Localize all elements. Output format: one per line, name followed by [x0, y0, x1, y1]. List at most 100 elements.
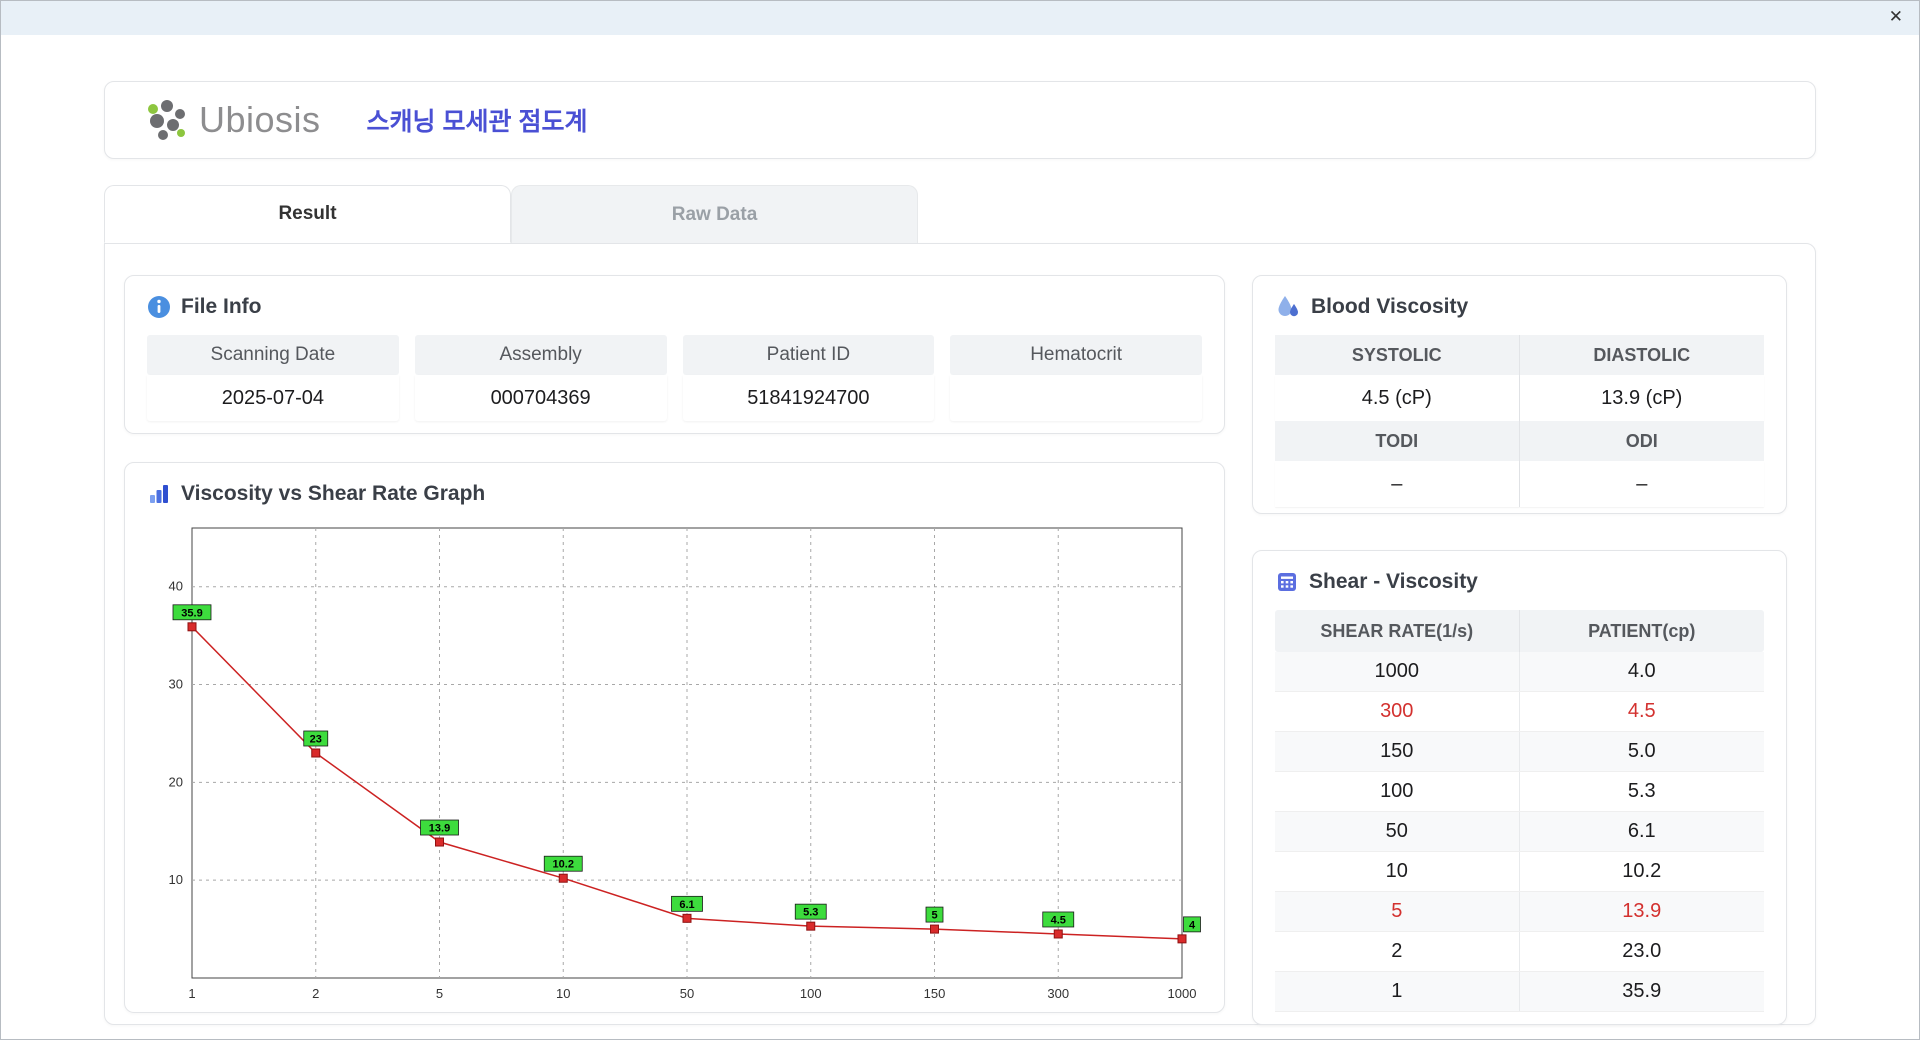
app-window: ✕ Ubiosis 스캐닝 모세관 점도계 Result Raw Data Fi…	[0, 0, 1920, 1040]
svg-text:13.9: 13.9	[429, 823, 450, 835]
field-assembly: Assembly 000704369	[414, 335, 667, 421]
shear-table-row: 50 6.1	[1275, 812, 1764, 852]
file-info-header: File Info	[147, 292, 1202, 322]
bv-value-diastolic: 13.9 (cP)	[1519, 375, 1764, 421]
field-hematocrit: Hematocrit	[950, 335, 1202, 421]
cell-patient: 4.5	[1627, 700, 1656, 722]
cell-patient: 10.2	[1622, 860, 1662, 882]
svg-text:300: 300	[1047, 986, 1069, 1001]
shear-table-row: 2 23.0	[1275, 932, 1764, 972]
shear-table-row: 150 5.0	[1275, 732, 1764, 772]
cell-patient: 13.9	[1622, 900, 1662, 922]
bv-label-todi: TODI	[1275, 421, 1520, 461]
shear-viscosity-table: SHEAR RATE(1/s) PATIENT(cp) 1000 4.0 300…	[1275, 610, 1764, 1012]
svg-text:20: 20	[169, 774, 183, 789]
svg-text:40: 40	[169, 579, 183, 594]
field-value	[950, 375, 1202, 421]
shear-viscosity-title: Shear - Viscosity	[1309, 570, 1478, 593]
tab-result[interactable]: Result	[104, 185, 511, 243]
svg-text:10.2: 10.2	[553, 859, 574, 871]
file-info-title: File Info	[181, 295, 262, 318]
ubiosis-logo-icon	[148, 100, 185, 140]
field-scanning-date: Scanning Date 2025-07-04	[147, 335, 399, 421]
bv-value-odi: –	[1519, 461, 1764, 507]
bv-label-odi: ODI	[1519, 421, 1764, 461]
blood-viscosity-card: Blood Viscosity SYSTOLIC DIASTOLIC 4.5 (…	[1252, 275, 1787, 514]
result-panel: File Info Scanning Date 2025-07-04 Assem…	[104, 243, 1816, 1025]
svg-text:2: 2	[312, 986, 319, 1001]
shear-viscosity-card: Shear - Viscosity SHEAR RATE(1/s) PATIEN…	[1252, 550, 1787, 1025]
logo-text: Ubiosis	[199, 99, 321, 140]
col-shear-rate: SHEAR RATE(1/s)	[1275, 610, 1520, 652]
cell-patient: 35.9	[1622, 980, 1662, 1002]
table-icon	[1278, 573, 1296, 591]
blood-viscosity-header: Blood Viscosity	[1275, 292, 1764, 322]
svg-text:30: 30	[169, 677, 183, 692]
file-info-card: File Info Scanning Date 2025-07-04 Assem…	[124, 275, 1225, 434]
svg-text:6.1: 6.1	[679, 899, 694, 911]
svg-text:1000: 1000	[1168, 986, 1197, 1001]
bv-label-systolic: SYSTOLIC	[1275, 335, 1520, 375]
shear-table-row: 1 35.9	[1275, 972, 1764, 1012]
svg-text:23: 23	[310, 734, 322, 746]
graph-header: Viscosity vs Shear Rate Graph	[147, 479, 1202, 509]
cell-shear: 300	[1275, 692, 1520, 731]
svg-text:50: 50	[680, 986, 694, 1001]
page: Ubiosis 스캐닝 모세관 점도계 Result Raw Data File…	[1, 81, 1919, 1025]
app-header: Ubiosis 스캐닝 모세관 점도계	[104, 81, 1816, 159]
cell-shear: 2	[1275, 932, 1520, 971]
svg-text:4.5: 4.5	[1051, 914, 1066, 926]
field-label: Patient ID	[682, 335, 935, 375]
logo: Ubiosis	[143, 99, 321, 141]
svg-text:4: 4	[1189, 919, 1196, 931]
cell-patient: 6.1	[1627, 820, 1656, 842]
cell-shear: 10	[1275, 852, 1520, 891]
bar-chart-icon	[150, 485, 168, 503]
cell-shear: 1	[1275, 972, 1520, 1011]
shear-table-row: 5 13.9	[1275, 892, 1764, 932]
bv-value-systolic: 4.5 (cP)	[1275, 375, 1520, 421]
bv-value-todi: –	[1275, 461, 1520, 507]
cell-patient: 5.0	[1627, 740, 1656, 762]
viscosity-chart: 10 20 30 40 1 2 5 10 50 100 150 300 1000 35.9 23 13.9 10…	[169, 527, 1201, 1001]
left-column: File Info Scanning Date 2025-07-04 Assem…	[124, 275, 1225, 1013]
window-titlebar: ✕	[1, 1, 1919, 35]
cell-patient: 5.3	[1627, 780, 1656, 802]
field-value: 2025-07-04	[147, 375, 399, 421]
shear-table-row: 300 4.5	[1275, 692, 1764, 732]
svg-text:5.3: 5.3	[803, 907, 818, 919]
tab-bar: Result Raw Data	[104, 185, 1816, 243]
close-icon[interactable]: ✕	[1889, 7, 1903, 27]
svg-text:150: 150	[924, 986, 946, 1001]
svg-text:100: 100	[800, 986, 822, 1001]
info-icon	[148, 296, 170, 318]
cell-shear: 150	[1275, 732, 1520, 771]
cell-shear: 1000	[1275, 652, 1520, 691]
right-column: Blood Viscosity SYSTOLIC DIASTOLIC 4.5 (…	[1252, 275, 1787, 1025]
field-label: Hematocrit	[950, 335, 1202, 375]
shear-table-row: 10 10.2	[1275, 852, 1764, 892]
svg-text:1: 1	[188, 986, 195, 1001]
shear-table-row: 100 5.3	[1275, 772, 1764, 812]
cell-shear: 5	[1275, 892, 1520, 931]
shear-viscosity-header: Shear - Viscosity	[1275, 567, 1764, 597]
svg-text:5: 5	[436, 986, 443, 1001]
cell-shear: 100	[1275, 772, 1520, 811]
shear-table-header: SHEAR RATE(1/s) PATIENT(cp)	[1275, 610, 1764, 652]
cell-patient: 23.0	[1622, 940, 1662, 962]
svg-text:10: 10	[169, 872, 183, 887]
field-value: 000704369	[414, 375, 667, 421]
field-label: Scanning Date	[147, 335, 399, 375]
file-info-fields: Scanning Date 2025-07-04 Assembly 000704…	[147, 335, 1202, 421]
tab-raw-data[interactable]: Raw Data	[511, 185, 918, 243]
col-patient: PATIENT(cp)	[1588, 620, 1696, 641]
cell-shear: 50	[1275, 812, 1520, 851]
svg-text:10: 10	[556, 986, 570, 1001]
graph-title: Viscosity vs Shear Rate Graph	[181, 482, 486, 505]
droplet-icon	[1278, 296, 1298, 317]
field-patient-id: Patient ID 51841924700	[682, 335, 935, 421]
blood-viscosity-title: Blood Viscosity	[1311, 295, 1469, 318]
cell-patient: 4.0	[1627, 660, 1656, 682]
field-value: 51841924700	[682, 375, 935, 421]
svg-text:35.9: 35.9	[181, 607, 202, 619]
